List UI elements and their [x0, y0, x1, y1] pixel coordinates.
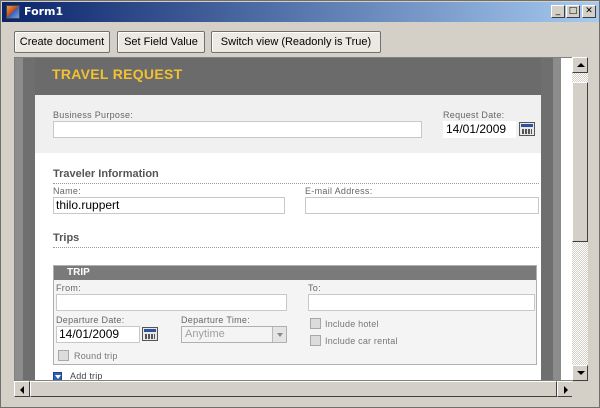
include-car-rental-checkbox[interactable]: [310, 335, 321, 346]
add-trip-link[interactable]: Add trip: [70, 371, 103, 380]
to-label: To:: [308, 283, 321, 293]
form-title: TRAVEL REQUEST: [52, 66, 183, 82]
include-car-rental-label: Include car rental: [325, 336, 398, 346]
form-viewer: TRAVEL REQUEST Business Purpose: Request…: [14, 57, 573, 381]
calendar-icon[interactable]: [519, 122, 535, 136]
scroll-left-button[interactable]: [14, 381, 30, 397]
from-field[interactable]: [56, 294, 287, 311]
create-document-button[interactable]: Create document: [14, 31, 110, 53]
trip-header: TRIP: [54, 266, 536, 280]
trip-section: TRIP From: To: Departure Date: 14/01/200…: [53, 265, 537, 365]
horizontal-scrollbar[interactable]: [14, 381, 573, 397]
departure-date-label: Departure Date:: [56, 315, 125, 325]
request-panel: Business Purpose: Request Date: 14/01/20…: [35, 95, 541, 153]
window-title: Form1: [24, 5, 64, 18]
traveler-info-heading: Traveler Information: [53, 168, 159, 180]
to-field[interactable]: [308, 294, 535, 311]
departure-time-select[interactable]: Anytime: [181, 326, 287, 343]
scroll-down-button[interactable]: [572, 365, 588, 381]
form-canvas: TRAVEL REQUEST Business Purpose: Request…: [15, 58, 561, 380]
scroll-corner: [572, 381, 588, 397]
departure-date-field[interactable]: 14/01/2009: [56, 326, 140, 343]
business-purpose-label: Business Purpose:: [53, 110, 134, 120]
name-label: Name:: [53, 186, 82, 196]
name-field[interactable]: thilo.ruppert: [53, 197, 285, 214]
app-window: Form1 _ □ ✕ Create document Set Field Va…: [0, 0, 600, 408]
trips-heading: Trips: [53, 232, 80, 244]
round-trip-checkbox[interactable]: [58, 350, 69, 361]
title-bar[interactable]: Form1 _ □ ✕: [2, 2, 599, 22]
include-hotel-label: Include hotel: [325, 319, 379, 329]
vertical-scrollbar[interactable]: [572, 57, 588, 381]
vertical-scroll-thumb[interactable]: [572, 82, 588, 242]
business-purpose-field[interactable]: [53, 121, 422, 138]
app-icon: [6, 5, 20, 19]
from-label: From:: [56, 283, 81, 293]
departure-time-label: Departure Time:: [181, 315, 251, 325]
maximize-button[interactable]: □: [566, 5, 580, 18]
request-date-label: Request Date:: [443, 110, 505, 120]
close-button[interactable]: ✕: [582, 5, 596, 18]
set-field-value-button[interactable]: Set Field Value: [117, 31, 205, 53]
chevron-down-icon[interactable]: [272, 327, 286, 342]
minimize-button[interactable]: _: [551, 5, 565, 18]
request-date-field[interactable]: 14/01/2009: [443, 121, 516, 138]
scroll-right-button[interactable]: [557, 381, 573, 397]
calendar-icon[interactable]: [142, 327, 158, 341]
departure-time-value: Anytime: [185, 328, 225, 340]
add-trip-icon[interactable]: [53, 372, 62, 380]
round-trip-label: Round trip: [74, 351, 118, 361]
scroll-up-button[interactable]: [572, 57, 588, 73]
include-hotel-checkbox[interactable]: [310, 318, 321, 329]
horizontal-scroll-thumb[interactable]: [30, 381, 557, 397]
email-field[interactable]: [305, 197, 539, 214]
email-label: E-mail Address:: [305, 186, 373, 196]
switch-view-button[interactable]: Switch view (Readonly is True): [211, 31, 381, 53]
